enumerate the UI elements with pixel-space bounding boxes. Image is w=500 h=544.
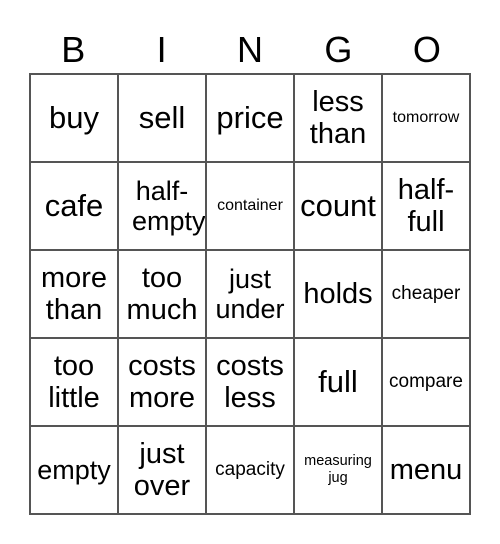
- bingo-cell[interactable]: too much: [118, 250, 206, 338]
- bingo-cell-text: capacity: [215, 459, 285, 481]
- bingo-cell-text: compare: [389, 371, 463, 393]
- bingo-cell[interactable]: compare: [382, 338, 470, 426]
- bingo-cell-text: price: [216, 99, 284, 135]
- bingo-cell-text: sell: [138, 99, 186, 135]
- bingo-cell-text: holds: [303, 277, 373, 310]
- header-letter-g: G: [324, 29, 353, 70]
- header-letter-o: O: [412, 29, 441, 70]
- bingo-card: buy sell price less than tomorrow cafe half-em…: [29, 73, 471, 515]
- bingo-cell[interactable]: price: [206, 74, 294, 162]
- bingo-cell[interactable]: cafe: [30, 162, 118, 250]
- bingo-cell-text: just under: [215, 263, 285, 324]
- bingo-cell-text: cafe: [44, 187, 104, 223]
- header-letter-n: N: [237, 29, 264, 70]
- bingo-cell-text: buy: [49, 99, 99, 135]
- bingo-cell-text: costs less: [216, 349, 284, 414]
- bingo-cell-text: cheaper: [391, 283, 461, 305]
- bingo-cell-text: full: [318, 363, 358, 399]
- bingo-cell[interactable]: more than: [30, 250, 118, 338]
- bingo-cell-text: more than: [40, 261, 108, 326]
- bingo-cell-text: empty: [37, 454, 111, 485]
- bingo-cell-text: half-full: [397, 173, 455, 238]
- bingo-cell[interactable]: container: [206, 162, 294, 250]
- bingo-cell[interactable]: less than: [294, 74, 382, 162]
- bingo-cell[interactable]: capacity: [206, 426, 294, 514]
- bingo-cell-text: just over: [133, 437, 191, 502]
- bingo-cell[interactable]: half-full: [382, 162, 470, 250]
- bingo-cell[interactable]: just over: [118, 426, 206, 514]
- bingo-cell[interactable]: costs less: [206, 338, 294, 426]
- bingo-cell-text: too little: [48, 349, 100, 414]
- bingo-cell[interactable]: cheaper: [382, 250, 470, 338]
- bingo-cell[interactable]: empty: [30, 426, 118, 514]
- header-letter-i: I: [156, 29, 167, 70]
- bingo-cell[interactable]: buy: [30, 74, 118, 162]
- bingo-cell[interactable]: holds: [294, 250, 382, 338]
- bingo-cell-text: less than: [309, 85, 367, 150]
- bingo-cell-text: too much: [126, 261, 198, 326]
- bingo-cell[interactable]: full: [294, 338, 382, 426]
- bingo-cell[interactable]: menu: [382, 426, 470, 514]
- bingo-cell-text: tomorrow: [392, 109, 460, 127]
- bingo-cell[interactable]: tomorrow: [382, 74, 470, 162]
- bingo-cell-text: container: [217, 197, 283, 215]
- bingo-cell[interactable]: measuring jug: [294, 426, 382, 514]
- bingo-cell[interactable]: half-empty: [118, 162, 206, 250]
- bingo-cell-text: half-empty: [132, 175, 206, 236]
- bingo-cell[interactable]: costs more: [118, 338, 206, 426]
- bingo-cell-text: count: [300, 187, 376, 223]
- bingo-cell-text: measuring jug: [304, 452, 372, 486]
- bingo-cell[interactable]: too little: [30, 338, 118, 426]
- bingo-cell-text: menu: [389, 453, 463, 486]
- bingo-cell-text: costs more: [128, 349, 196, 414]
- bingo-cell[interactable]: count: [294, 162, 382, 250]
- bingo-cell[interactable]: just under: [206, 250, 294, 338]
- bingo-header: B I N G O: [29, 28, 471, 72]
- header-letter-b: B: [61, 29, 86, 70]
- bingo-cell[interactable]: sell: [118, 74, 206, 162]
